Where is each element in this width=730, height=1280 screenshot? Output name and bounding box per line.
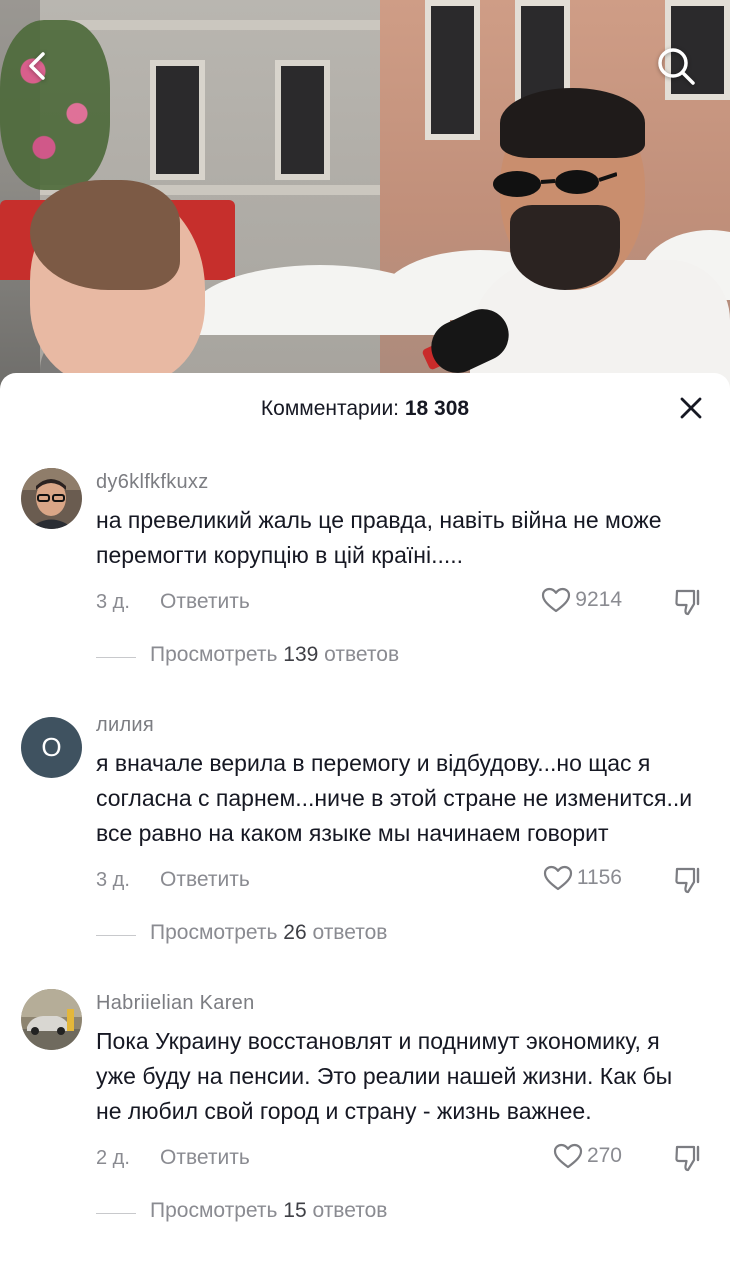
view-replies-prefix: Просмотреть bbox=[150, 921, 284, 944]
reply-count: 26 bbox=[283, 921, 307, 944]
like-button[interactable]: 9214 bbox=[541, 587, 622, 613]
view-replies-suffix: ответов bbox=[318, 643, 400, 666]
avatar[interactable] bbox=[21, 989, 82, 1050]
thumbs-down-icon bbox=[675, 1145, 700, 1172]
like-count: 9214 bbox=[575, 588, 622, 611]
chevron-left-icon bbox=[29, 52, 45, 80]
like-count: 270 bbox=[586, 1144, 622, 1167]
search-button[interactable] bbox=[654, 44, 698, 88]
reply-button[interactable]: Ответить bbox=[160, 1146, 250, 1170]
comment-text: я вначале верила в перемогу и відбудову.… bbox=[96, 750, 693, 846]
comments-title: Комментарии: 18 308 bbox=[0, 397, 730, 421]
like-button[interactable]: 1156 bbox=[543, 865, 622, 891]
man-beard bbox=[510, 205, 620, 290]
comments-sheet: Комментарии: 18 308 dy6klfkfkuxz на прев… bbox=[0, 373, 730, 1280]
man-hair bbox=[500, 88, 645, 158]
video-player[interactable] bbox=[0, 0, 730, 400]
comment-text: Пока Украину восстановлят и поднимут эко… bbox=[96, 1028, 673, 1124]
comment-text: на превеликий жаль це правда, навіть вій… bbox=[96, 507, 662, 568]
window bbox=[425, 0, 480, 140]
comment-item: О лилия я вначале верила в перемогу и ві… bbox=[0, 711, 730, 955]
comments-title-label: Комментарии: bbox=[260, 397, 405, 420]
view-replies-text: Просмотреть 15 ответов bbox=[150, 1199, 387, 1223]
woman-hair bbox=[30, 180, 180, 290]
comments-count: 18 308 bbox=[404, 397, 470, 420]
reply-count: 15 bbox=[283, 1199, 307, 1222]
reply-count: 139 bbox=[283, 643, 319, 666]
view-replies-suffix: ответов bbox=[306, 921, 388, 944]
sheet-header: Комментарии: 18 308 bbox=[0, 373, 730, 443]
comment-item: Habriielian Karen Пока Украину восстанов… bbox=[0, 989, 730, 1233]
avatar-photo bbox=[21, 468, 82, 529]
reply-button[interactable]: Ответить bbox=[160, 590, 250, 614]
comment-username[interactable]: Habriielian Karen bbox=[96, 989, 702, 1017]
dislike-button[interactable] bbox=[674, 1143, 702, 1178]
comment-item: dy6klfkfkuxz на превеликий жаль це правд… bbox=[0, 468, 730, 677]
replies-divider bbox=[96, 1213, 136, 1214]
thumbs-down-icon bbox=[675, 867, 700, 894]
view-replies-text: Просмотреть 26 ответов bbox=[150, 921, 387, 945]
view-replies-suffix: ответов bbox=[306, 1199, 388, 1222]
heart-outline-icon bbox=[543, 865, 572, 891]
view-replies-button[interactable]: Просмотреть 139 ответов bbox=[96, 627, 702, 677]
comment-username[interactable]: лилия bbox=[96, 711, 702, 739]
comment-age: 3 д. bbox=[96, 591, 130, 613]
sunglasses bbox=[493, 170, 617, 197]
comment-username[interactable]: dy6klfkfkuxz bbox=[96, 468, 702, 496]
like-button[interactable]: 270 bbox=[553, 1143, 622, 1169]
thumbs-down-icon bbox=[675, 589, 700, 616]
like-count: 1156 bbox=[576, 866, 622, 889]
replies-divider bbox=[96, 657, 136, 658]
view-replies-prefix: Просмотреть bbox=[150, 1199, 284, 1222]
comment-meta: 3 д. Ответить 9214 bbox=[96, 579, 702, 627]
avatar[interactable]: О bbox=[21, 717, 82, 778]
heart-outline-icon bbox=[553, 1143, 583, 1169]
avatar[interactable] bbox=[21, 468, 82, 529]
close-icon[interactable] bbox=[678, 395, 704, 421]
search-icon bbox=[658, 48, 695, 85]
heart-outline-icon bbox=[542, 587, 571, 613]
view-replies-button[interactable]: Просмотреть 26 ответов bbox=[96, 905, 702, 955]
back-button[interactable] bbox=[16, 44, 60, 88]
comment-meta: 2 д. Ответить 270 bbox=[96, 1135, 702, 1183]
avatar-photo bbox=[21, 989, 82, 1050]
cornice bbox=[40, 20, 380, 30]
window bbox=[275, 60, 330, 180]
view-replies-text: Просмотреть 139 ответов bbox=[150, 643, 399, 667]
dislike-button[interactable] bbox=[674, 587, 702, 622]
view-replies-button[interactable]: Просмотреть 15 ответов bbox=[96, 1183, 702, 1233]
replies-divider bbox=[96, 935, 136, 936]
dislike-button[interactable] bbox=[674, 865, 702, 900]
reply-button[interactable]: Ответить bbox=[160, 868, 250, 892]
window bbox=[150, 60, 205, 180]
comment-age: 3 д. bbox=[96, 869, 130, 891]
comment-age: 2 д. bbox=[96, 1147, 130, 1169]
view-replies-prefix: Просмотреть bbox=[150, 643, 284, 666]
comment-meta: 3 д. Ответить 1156 bbox=[96, 857, 702, 905]
